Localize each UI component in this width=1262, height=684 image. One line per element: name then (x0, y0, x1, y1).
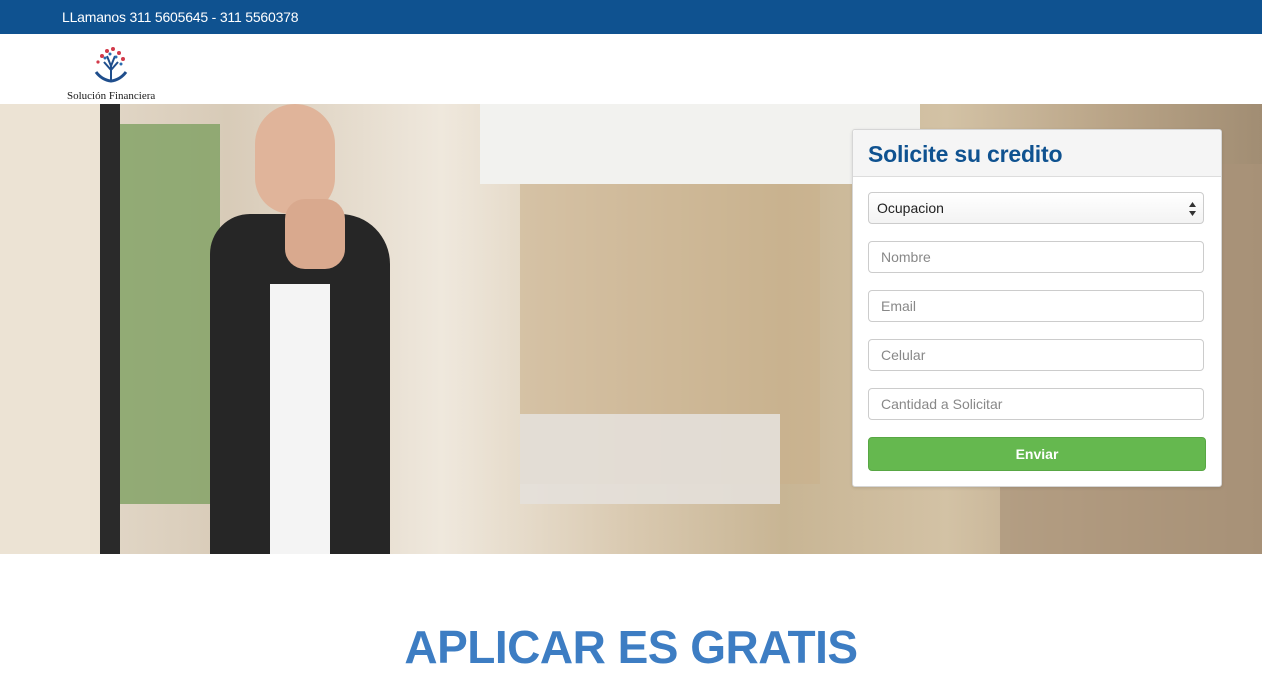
amount-field[interactable]: Cantidad a Solicitar (868, 388, 1204, 420)
occupation-select[interactable]: Ocupacion (868, 192, 1204, 224)
form-header: Solicite su credito (853, 130, 1221, 177)
occupation-select-value: Ocupacion (877, 200, 944, 216)
top-contact-bar: LLamanos 311 5605645 - 311 5560378 (0, 0, 1262, 34)
name-field[interactable]: Nombre (868, 241, 1204, 273)
form-title: Solicite su credito (868, 141, 1063, 167)
phone-numbers: LLamanos 311 5605645 - 311 5560378 (62, 9, 299, 25)
phone-field[interactable]: Celular (868, 339, 1204, 371)
logo-text: Solución Financiera (67, 90, 156, 102)
person-figure (210, 104, 410, 554)
email-field[interactable]: Email (868, 290, 1204, 322)
credit-request-form: Solicite su credito Ocupacion Nombre Ema… (852, 129, 1222, 487)
phone-field-placeholder: Celular (881, 347, 926, 363)
tree-hands-logo-icon (94, 47, 128, 83)
cta-heading: APLICAR ES GRATIS (404, 621, 858, 673)
site-logo[interactable]: Solución Financiera (64, 42, 164, 102)
name-field-placeholder: Nombre (881, 249, 931, 265)
amount-field-placeholder: Cantidad a Solicitar (881, 396, 1003, 412)
email-field-placeholder: Email (881, 298, 917, 314)
submit-button[interactable]: Enviar (868, 437, 1206, 471)
select-arrows-icon (1189, 202, 1196, 216)
site-header: Solución Financiera (0, 34, 1262, 104)
